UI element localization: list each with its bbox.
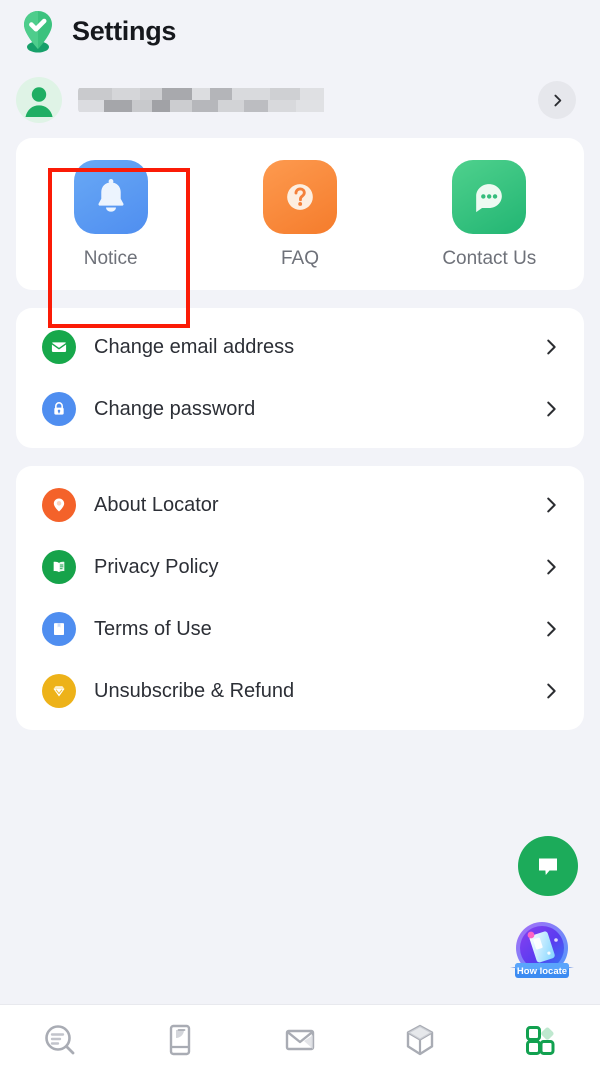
row-about-locator[interactable]: About Locator bbox=[16, 474, 584, 536]
account-settings-card: Change email address Change password bbox=[16, 308, 584, 448]
shortcut-label: Notice bbox=[83, 248, 138, 269]
row-change-password[interactable]: Change password bbox=[16, 378, 584, 440]
row-change-email-address[interactable]: Change email address bbox=[16, 316, 584, 378]
envelope-icon bbox=[42, 330, 76, 364]
chat-support-icon[interactable] bbox=[518, 836, 578, 896]
chevron-right-icon bbox=[540, 618, 562, 640]
row-label: Privacy Policy bbox=[94, 555, 219, 578]
shortcut-faq[interactable]: FAQ bbox=[205, 160, 394, 270]
chat-bubble-icon bbox=[452, 160, 527, 234]
shortcut-label: FAQ bbox=[280, 248, 319, 269]
nav-item-package-box[interactable] bbox=[360, 1005, 480, 1080]
bottom-navigation bbox=[0, 1004, 600, 1080]
diamond-icon bbox=[42, 674, 76, 708]
row-label: Change email address bbox=[94, 335, 295, 358]
chevron-right-icon bbox=[540, 398, 562, 420]
question-mark-icon bbox=[262, 160, 337, 234]
info-settings-card: About Locator Privacy Policy Terms of Us… bbox=[16, 466, 584, 730]
row-unsubscribe-and-refund[interactable]: Unsubscribe & Refund bbox=[16, 660, 584, 722]
nav-item-mail[interactable] bbox=[240, 1005, 360, 1080]
chevron-right-icon bbox=[540, 680, 562, 702]
chevron-right-icon bbox=[540, 494, 562, 516]
app-header: Settings bbox=[0, 0, 600, 62]
bookmark-document-icon bbox=[42, 612, 76, 646]
shortcut-label: Contact Us bbox=[442, 248, 537, 269]
account-chevron-button[interactable] bbox=[538, 81, 576, 119]
bell-icon bbox=[73, 160, 148, 234]
location-check-pin-icon bbox=[18, 9, 58, 53]
settings-screen: Settings Notice FAQ Contact Us Change em… bbox=[0, 0, 600, 1080]
row-privacy-policy[interactable]: Privacy Policy bbox=[16, 536, 584, 598]
map-pin-icon bbox=[42, 488, 76, 522]
nav-item-phone-device[interactable] bbox=[120, 1005, 240, 1080]
search-locate-icon bbox=[40, 1020, 80, 1065]
account-row[interactable] bbox=[0, 62, 600, 138]
nav-item-search-locate[interactable] bbox=[0, 1005, 120, 1080]
page-title: Settings bbox=[72, 15, 177, 46]
nav-item-grid-menu[interactable] bbox=[480, 1005, 600, 1080]
chevron-right-icon bbox=[540, 336, 562, 358]
shortcut-notice[interactable]: Notice bbox=[16, 160, 205, 270]
how-locate-badge-icon[interactable]: How locate bbox=[506, 918, 578, 986]
phone-device-icon bbox=[160, 1020, 200, 1065]
row-label: About Locator bbox=[94, 493, 219, 516]
user-avatar-icon bbox=[16, 77, 62, 123]
row-terms-of-use[interactable]: Terms of Use bbox=[16, 598, 584, 660]
account-email-redacted bbox=[78, 87, 346, 113]
open-book-icon bbox=[42, 550, 76, 584]
shortcut-contact-us[interactable]: Contact Us bbox=[395, 160, 584, 270]
row-label: Unsubscribe & Refund bbox=[94, 679, 295, 702]
grid-menu-icon bbox=[520, 1020, 560, 1065]
row-label: Terms of Use bbox=[94, 617, 212, 640]
row-label: Change password bbox=[94, 397, 256, 420]
mail-icon bbox=[280, 1020, 320, 1065]
shortcuts-card: Notice FAQ Contact Us bbox=[16, 138, 584, 290]
lock-icon bbox=[42, 392, 76, 426]
package-box-icon bbox=[400, 1020, 440, 1065]
chevron-right-icon bbox=[540, 556, 562, 578]
badge-label: How locate bbox=[517, 966, 567, 977]
